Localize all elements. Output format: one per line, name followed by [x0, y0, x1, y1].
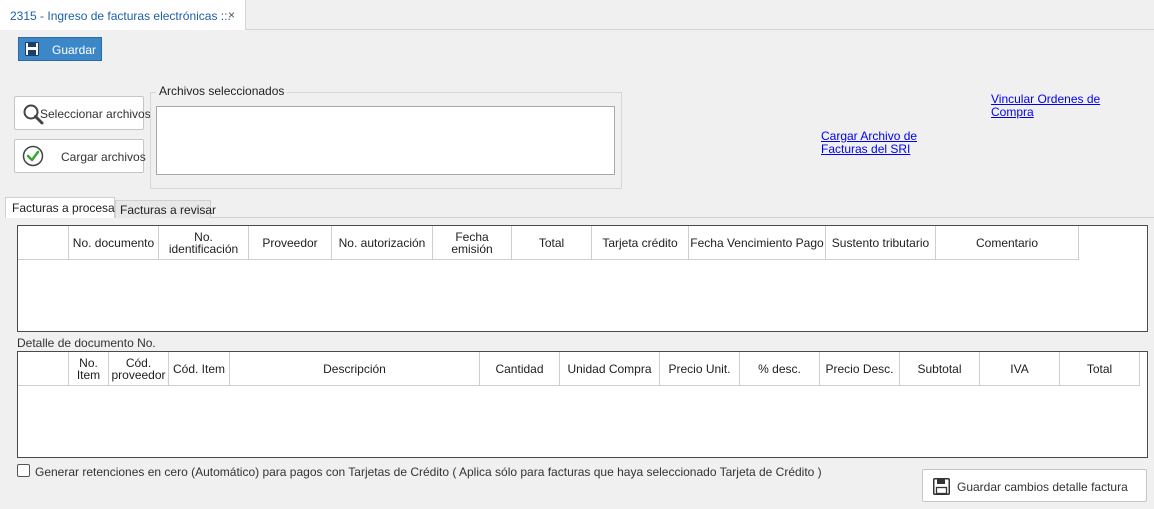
tab-invoices-to-process-label: Facturas a procesar: [12, 201, 119, 215]
column-header[interactable]: No. autorización: [332, 226, 433, 260]
link-purchase-orders-link[interactable]: Vincular Ordenes de Compra: [991, 93, 1100, 119]
column-header[interactable]: No. Item: [69, 352, 109, 386]
column-header[interactable]: IVA: [980, 352, 1060, 386]
document-tab-title[interactable]: 2315 - Ingreso de facturas electrónicas …: [10, 9, 231, 23]
select-files-button[interactable]: Seleccionar archivos: [14, 96, 151, 130]
floppy-disk-icon: [933, 478, 950, 495]
invoices-grid-header: No. documento No. identificación Proveed…: [18, 226, 1079, 260]
selected-files-list[interactable]: [156, 106, 615, 175]
tab-invoices-to-review-label: Facturas a revisar: [120, 203, 217, 217]
save-button-label: Guardar: [52, 43, 97, 57]
load-files-label: Cargar archivos: [61, 150, 146, 164]
column-header[interactable]: Cantidad: [480, 352, 560, 386]
column-header[interactable]: Precio Desc.: [820, 352, 900, 386]
column-header[interactable]: Total: [1060, 352, 1140, 386]
column-header[interactable]: Subtotal: [900, 352, 980, 386]
tab-invoices-to-process[interactable]: Facturas a procesar: [5, 197, 119, 218]
document-tab[interactable]: 2315 - Ingreso de facturas electrónicas …: [0, 0, 246, 30]
column-header[interactable]: Cód. proveedor: [109, 352, 169, 386]
load-sri-link[interactable]: Cargar Archivo de Facturas del SRI: [821, 130, 917, 156]
column-header[interactable]: [18, 352, 69, 386]
load-sri-link-line2[interactable]: Facturas del SRI: [821, 143, 917, 156]
column-header[interactable]: No. identificación: [159, 226, 249, 260]
column-header[interactable]: Proveedor: [249, 226, 332, 260]
link-purchase-orders-line2[interactable]: Compra: [991, 106, 1100, 119]
column-header[interactable]: Precio Unit.: [660, 352, 740, 386]
save-button[interactable]: Guardar: [18, 37, 102, 61]
floppy-disk-icon: [25, 42, 39, 56]
zero-retention-checkbox[interactable]: [17, 464, 30, 477]
column-header[interactable]: Total: [512, 226, 592, 260]
column-header[interactable]: Fecha emisión: [433, 226, 512, 260]
detail-grid[interactable]: No. Item Cód. proveedor Cód. Item Descri…: [17, 351, 1148, 458]
column-header[interactable]: Fecha Vencimiento Pago: [689, 226, 826, 260]
invoices-grid[interactable]: No. documento No. identificación Proveed…: [17, 225, 1148, 332]
zero-retention-label[interactable]: Generar retenciones en cero (Automático)…: [35, 465, 822, 479]
column-header[interactable]: Sustento tributario: [826, 226, 936, 260]
selected-files-title: Archivos seleccionados: [156, 84, 288, 98]
check-circle-icon: [22, 145, 44, 167]
tab-invoices-to-review[interactable]: Facturas a revisar: [115, 200, 216, 218]
save-detail-button[interactable]: Guardar cambios detalle factura: [922, 469, 1147, 502]
tabstrip-divider: [246, 29, 1154, 30]
load-files-button[interactable]: Cargar archivos: [14, 139, 146, 173]
column-header[interactable]: Descripción: [230, 352, 480, 386]
detail-caption: Detalle de documento No.: [17, 336, 156, 350]
column-header[interactable]: No. documento: [69, 226, 159, 260]
detail-grid-header: No. Item Cód. proveedor Cód. Item Descri…: [18, 352, 1140, 386]
column-header[interactable]: Unidad Compra: [560, 352, 660, 386]
select-files-label: Seleccionar archivos: [40, 107, 151, 121]
column-header[interactable]: Comentario: [936, 226, 1079, 260]
close-icon[interactable]: ×: [228, 8, 235, 22]
column-header[interactable]: % desc.: [740, 352, 820, 386]
column-header[interactable]: [18, 226, 69, 260]
column-header[interactable]: Cód. Item: [169, 352, 230, 386]
column-header[interactable]: Tarjeta crédito: [592, 226, 689, 260]
save-detail-label: Guardar cambios detalle factura: [957, 480, 1128, 494]
